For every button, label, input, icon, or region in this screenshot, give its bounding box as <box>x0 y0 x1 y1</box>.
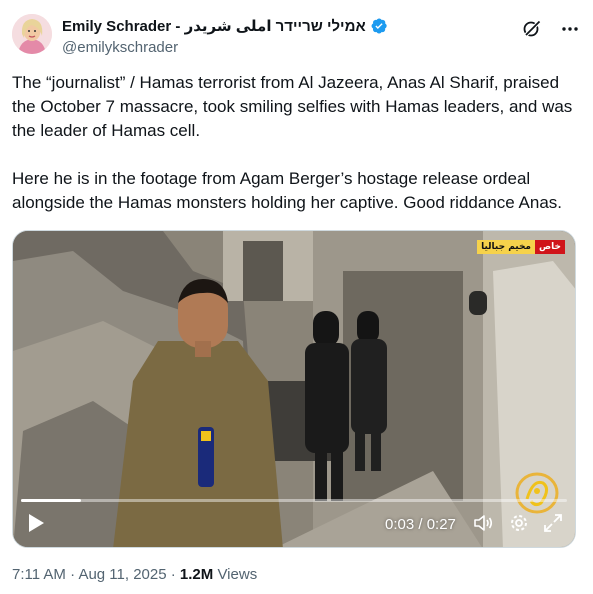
tweet-paragraph-1: The “journalist” / Hamas terrorist from … <box>12 73 573 140</box>
settings-gear-icon[interactable] <box>509 513 529 533</box>
tweet-text: The “journalist” / Hamas terrorist from … <box>12 71 582 215</box>
video-progress-fill <box>21 499 82 502</box>
tweet-header: Emily Schrader - אמילי שריידר املی شریدر… <box>12 14 581 62</box>
display-name[interactable]: Emily Schrader - אמילי שריידר املی شریدر <box>62 17 366 35</box>
views-count: 1.2M <box>179 566 214 583</box>
volume-muted-icon[interactable] <box>473 513 493 533</box>
author-handle[interactable]: @emilykschrader <box>62 39 388 56</box>
profile-photo-icon <box>12 14 52 54</box>
more-icon[interactable] <box>559 18 581 40</box>
views-label: Views <box>217 566 258 583</box>
video-controls: 0:03 / 0:27 <box>13 491 575 547</box>
display-name-row: Emily Schrader - אמילי שריידר املی شریدر <box>62 16 388 36</box>
tweet-footer: 7:11 AM · Aug 11, 2025 · 1.2M Views <box>12 566 257 583</box>
header-actions <box>521 18 581 40</box>
avatar[interactable] <box>12 14 52 54</box>
video-time: 0:03 / 0:27 <box>385 516 456 533</box>
footer-separator-2: · <box>170 566 176 583</box>
exclusive-tag: خاص <box>535 240 565 254</box>
play-icon[interactable] <box>27 513 45 533</box>
fullscreen-icon[interactable] <box>543 513 563 533</box>
verified-badge-icon[interactable] <box>370 17 388 35</box>
tweet-paragraph-2: Here he is in the footage from Agam Berg… <box>12 169 562 212</box>
post-time[interactable]: 7:11 AM <box>12 566 66 583</box>
video-progress-bar[interactable] <box>21 499 567 502</box>
footer-separator-1: · <box>70 566 76 583</box>
grok-icon[interactable] <box>521 18 543 40</box>
tweet: Emily Schrader - אמילי שריידר املی شریدر… <box>0 0 593 594</box>
location-tag: مخيم جباليا <box>477 240 536 254</box>
author-names: Emily Schrader - אמילי שריידר املی شریدر… <box>62 16 388 56</box>
channel-tag: مخيم جباليا خاص <box>477 240 565 254</box>
video-player[interactable]: مخيم جباليا خاص 0:03 / 0:27 <box>12 230 576 548</box>
post-date[interactable]: Aug 11, 2025 <box>78 566 166 583</box>
